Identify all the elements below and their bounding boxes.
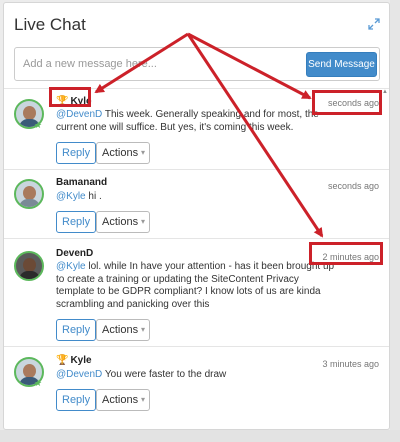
reply-button[interactable]: Reply: [56, 319, 97, 341]
chevron-down-icon: ▾: [140, 148, 145, 157]
actions-dropdown[interactable]: Actions ▾: [96, 142, 150, 164]
mention-link[interactable]: @DevenD: [56, 369, 102, 380]
send-message-button[interactable]: Send Message: [306, 52, 377, 77]
status-star-icon: ★: [34, 120, 43, 130]
expand-icon[interactable]: [367, 17, 381, 31]
status-star-icon: ★: [34, 378, 43, 388]
reply-button[interactable]: Reply: [56, 142, 97, 164]
actions-dropdown[interactable]: Actions ▾: [96, 211, 150, 233]
compose-box: Send Message: [14, 47, 380, 81]
live-chat-panel: Live Chat Send Message ▲ ★ 🏆Kyle seconds…: [3, 2, 390, 430]
scroll-up-arrow-icon[interactable]: ▲: [382, 89, 388, 95]
actions-dropdown[interactable]: Actions ▾: [96, 389, 150, 411]
annotation-box-time: [309, 242, 383, 265]
message-author[interactable]: 🏆 Kyle: [56, 355, 92, 366]
message-input[interactable]: [15, 48, 295, 80]
chevron-down-icon: ▾: [140, 325, 145, 334]
chevron-down-icon: ▾: [140, 217, 145, 226]
background-page-strip: [390, 0, 400, 442]
message-author[interactable]: DevenD: [56, 248, 93, 259]
message-time: 3 minutes ago: [322, 359, 379, 369]
actions-dropdown[interactable]: Actions ▾: [96, 319, 150, 341]
avatar[interactable]: [14, 179, 44, 209]
reply-button[interactable]: Reply: [56, 389, 97, 411]
annotation-box-author: [49, 87, 91, 107]
annotation-box-time: [312, 90, 382, 115]
avatar[interactable]: [14, 251, 44, 281]
divider: [4, 346, 389, 347]
mention-link[interactable]: @Kyle: [56, 191, 86, 202]
divider: [4, 238, 389, 239]
mention-link[interactable]: @DevenD: [56, 109, 102, 120]
chevron-down-icon: ▾: [140, 395, 145, 404]
divider: [4, 169, 389, 170]
message-text: @DevenD This week. Generally speaking an…: [56, 109, 319, 133]
mention-link[interactable]: @Kyle: [56, 261, 86, 272]
background-page-bottom: [0, 430, 400, 442]
message-text: @DevenD You were faster to the draw: [56, 369, 227, 380]
message-text: @Kyle lol. while In have your attention …: [56, 261, 335, 310]
message-author[interactable]: Bamanand: [56, 177, 107, 188]
chat-title: Live Chat: [14, 15, 86, 34]
message-time: seconds ago: [327, 181, 379, 191]
message-text: @Kyle hi .: [56, 191, 102, 202]
reply-button[interactable]: Reply: [56, 211, 97, 233]
trophy-icon: 🏆: [56, 355, 69, 366]
screenshot-stage: Live Chat Send Message ▲ ★ 🏆Kyle seconds…: [0, 0, 400, 442]
